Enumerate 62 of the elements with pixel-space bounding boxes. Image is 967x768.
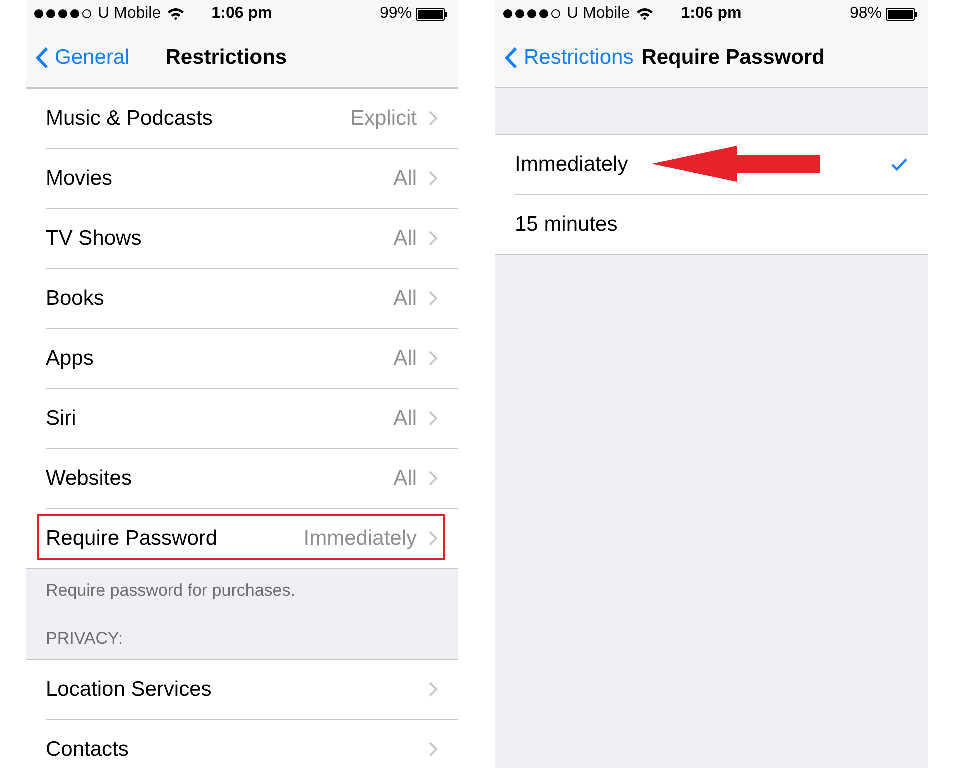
settings-row[interactable]: Websites All: [26, 449, 458, 508]
row-label: Websites: [46, 466, 132, 490]
row-value: Explicit: [350, 106, 417, 130]
row-value: All: [394, 406, 417, 430]
carrier-name: U Mobile: [567, 5, 630, 23]
nav-title: Restrictions: [166, 46, 288, 70]
carrier-name: U Mobile: [98, 5, 162, 23]
wifi-icon: [167, 7, 186, 21]
settings-row[interactable]: Music & Podcasts Explicit: [26, 89, 458, 148]
settings-row[interactable]: Siri All: [26, 389, 458, 448]
settings-row[interactable]: Contacts: [26, 720, 458, 768]
chevron-icon: [429, 231, 438, 246]
option-row[interactable]: 15 minutes: [495, 195, 928, 254]
back-button[interactable]: General: [36, 46, 130, 70]
wifi-icon: [636, 7, 654, 21]
settings-row[interactable]: Location Services: [26, 660, 458, 719]
status-time: 1:06 pm: [681, 5, 742, 23]
row-label: Books: [46, 286, 104, 310]
row-value: All: [394, 466, 417, 490]
chevron-icon: [429, 682, 438, 697]
row-label: Location Services: [46, 678, 212, 702]
row-value: All: [394, 226, 417, 250]
row-value: Immediately: [304, 526, 417, 550]
row-label: TV Shows: [46, 226, 142, 250]
row-label: Movies: [46, 166, 113, 190]
chevron-icon: [429, 742, 438, 757]
battery-percent: 99%: [380, 5, 412, 23]
chevron-icon: [429, 471, 438, 486]
nav-title: Require Password: [642, 46, 825, 70]
row-label: Contacts: [46, 738, 129, 762]
option-label: 15 minutes: [515, 212, 618, 236]
row-value: All: [394, 346, 417, 370]
signal-icon: [34, 9, 94, 19]
battery-percent: 98%: [850, 5, 882, 23]
chevron-icon: [429, 531, 438, 546]
option-label: Immediately: [515, 152, 628, 176]
settings-row[interactable]: Apps All: [26, 329, 458, 388]
row-label: Siri: [46, 406, 76, 430]
chevron-icon: [429, 411, 438, 426]
settings-row[interactable]: Require Password Immediately: [26, 509, 458, 568]
chevron-icon: [429, 171, 438, 186]
signal-icon: [503, 9, 563, 19]
chevron-icon: [429, 291, 438, 306]
settings-row[interactable]: Movies All: [26, 149, 458, 208]
battery-icon: [886, 8, 918, 20]
status-time: 1:06 pm: [212, 5, 272, 23]
settings-row[interactable]: Books All: [26, 269, 458, 328]
row-value: All: [394, 166, 417, 190]
row-label: Require Password: [46, 526, 218, 550]
back-button[interactable]: Restrictions: [505, 46, 634, 70]
section-header: PRIVACY:: [46, 629, 124, 648]
row-label: Music & Podcasts: [46, 106, 213, 130]
row-value: All: [394, 286, 417, 310]
chevron-icon: [429, 351, 438, 366]
back-chevron-icon: [505, 46, 518, 68]
back-chevron-icon: [36, 46, 49, 68]
row-label: Apps: [46, 346, 94, 370]
battery-icon: [416, 8, 448, 20]
chevron-icon: [429, 111, 438, 126]
section-footer: Require password for purchases.: [46, 581, 296, 600]
option-row[interactable]: Immediately: [495, 135, 928, 194]
settings-row[interactable]: TV Shows All: [26, 209, 458, 268]
